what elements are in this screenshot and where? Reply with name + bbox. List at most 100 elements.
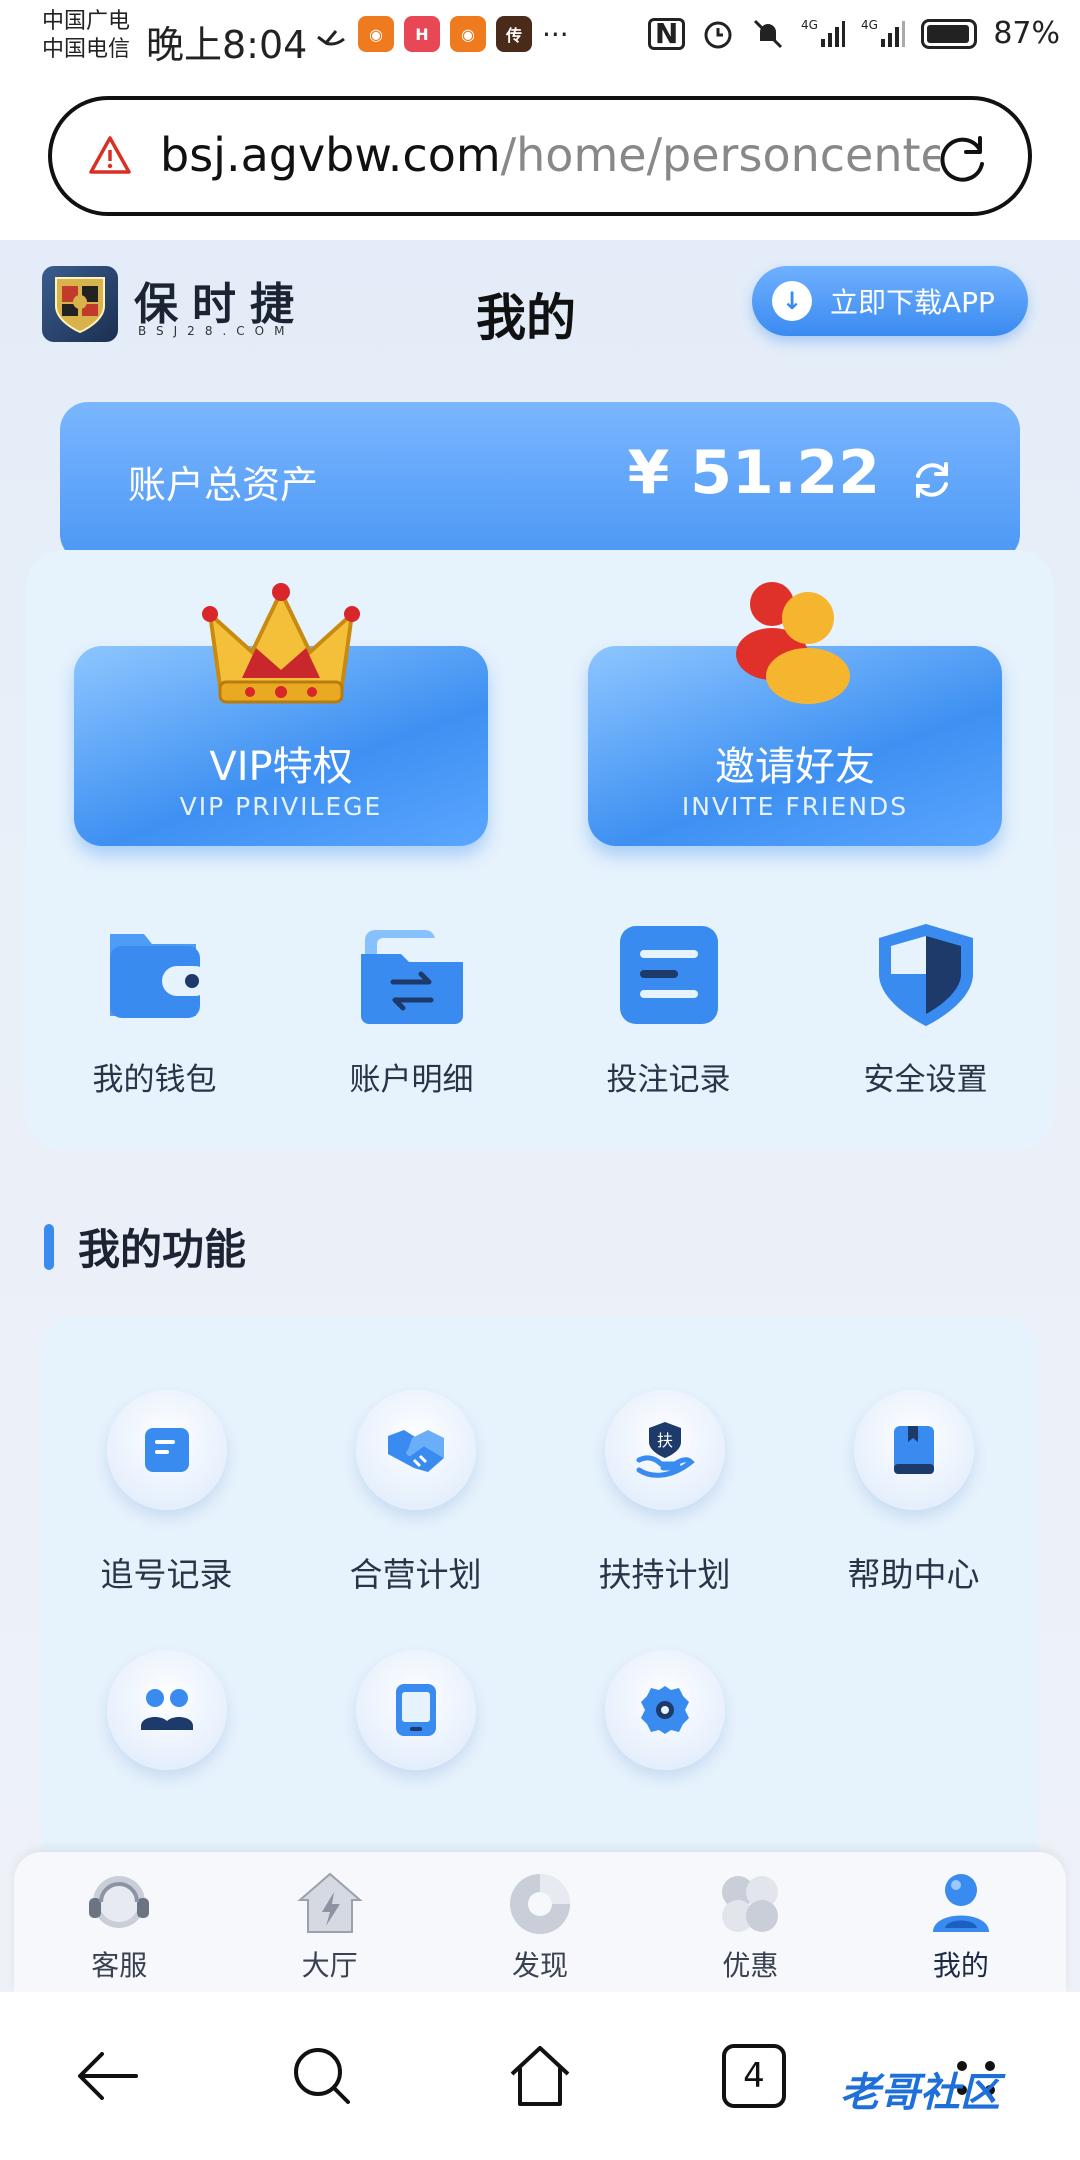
function-label: 帮助中心 <box>847 1555 980 1594</box>
user-icon <box>932 1874 989 1932</box>
quick-actions: 我的钱包 账户明细 投注记录 安全设置 <box>26 920 1054 1099</box>
signal-4g-icon: 4G <box>861 18 906 47</box>
signal-4g-icon: 4G <box>801 18 846 47</box>
page-content: 保时捷 BSJ28.COM 我的 ↓ 立即下载APP 账户总资产 ¥ 51.22 <box>0 240 1080 1990</box>
tab-customer-service[interactable]: 客服 <box>14 1852 224 1992</box>
download-icon: ↓ <box>772 281 812 321</box>
function-help-center[interactable]: 帮助中心 <box>789 1390 1038 1650</box>
function-icon-circle <box>853 1390 974 1510</box>
home-lightning-icon <box>296 1872 363 1933</box>
account-card: VIP特权 VIP PRIVILEGE 邀请好友 INVITE FRIENDS <box>26 550 1054 1150</box>
quick-action-bet-records[interactable]: 投注记录 <box>540 920 797 1099</box>
crown-icon <box>202 583 360 704</box>
section-title: 我的功能 <box>78 1225 247 1274</box>
page-header: 保时捷 BSJ28.COM 我的 ↓ 立即下载APP <box>0 240 1080 380</box>
folder-transfer-icon <box>360 930 463 1024</box>
page-title: 我的 <box>476 289 576 347</box>
section-accent-bar <box>44 1223 54 1270</box>
back-arrow-icon[interactable] <box>72 2040 144 2112</box>
download-label: 立即下载APP <box>830 286 995 319</box>
function-support-plan[interactable]: 扶 扶持计划 <box>540 1390 789 1650</box>
svg-text:4G: 4G <box>801 18 818 32</box>
brand-logo[interactable] <box>42 266 118 342</box>
function-icon-circle: 扶 <box>604 1390 725 1510</box>
function-icon-circle <box>106 1390 227 1510</box>
quick-action-label: 我的钱包 <box>92 1062 217 1098</box>
app-notify-icon: 传 <box>496 16 532 52</box>
watermark-text: 老哥社区 <box>840 2070 1000 2116</box>
function-icon-circle <box>355 1650 476 1770</box>
alarm-icon <box>704 21 732 48</box>
headset-icon <box>89 1876 150 1928</box>
quick-action-security[interactable]: 安全设置 <box>797 920 1054 1099</box>
tab-label: 客服 <box>91 1949 148 1982</box>
url-host: bsj.agvbw.com <box>160 128 501 182</box>
tabs-count-button[interactable]: 4 <box>722 2044 786 2108</box>
carrier-2: 中国电信 <box>42 37 131 62</box>
search-icon[interactable] <box>286 2040 358 2112</box>
brand-name: 保时捷 <box>134 279 308 330</box>
app-notify-icon: ◉ <box>358 16 394 52</box>
carrier-info: 中国广电 中国电信 <box>42 8 130 64</box>
mute-icon <box>754 19 783 48</box>
status-time: 晚上8:04 <box>146 23 308 67</box>
functions-grid: 追号记录 合营计划 扶 扶持计划 帮助中心 <box>42 1390 1038 1910</box>
tablet-icon <box>395 1684 436 1736</box>
system-status-icons: N 4G 4G 87% <box>647 16 1060 51</box>
tab-label: 大厅 <box>301 1949 358 1982</box>
url-path: /home/personcente <box>500 128 940 182</box>
reload-icon[interactable] <box>934 130 992 188</box>
quick-action-wallet[interactable]: 我的钱包 <box>26 920 283 1099</box>
function-label: 扶持计划 <box>598 1555 731 1594</box>
home-icon[interactable] <box>504 2040 576 2112</box>
tab-label: 我的 <box>932 1949 989 1982</box>
warning-icon[interactable] <box>88 134 132 178</box>
users-icon <box>140 1689 193 1730</box>
svg-text:4G: 4G <box>861 18 878 32</box>
refresh-icon[interactable] <box>910 458 954 502</box>
settings-gear-icon <box>640 1686 689 1734</box>
svg-text:扶: 扶 <box>656 1431 672 1450</box>
vip-subtitle: VIP PRIVILEGE <box>179 792 383 821</box>
url-text[interactable]: bsj.agvbw.com/home/personcente <box>160 128 940 182</box>
note-icon <box>144 1428 189 1472</box>
function-chase-records[interactable]: 追号记录 <box>42 1390 291 1650</box>
missed-call-icon <box>317 30 345 46</box>
crest-icon <box>55 277 105 334</box>
function-icon-circle <box>355 1390 476 1510</box>
quick-action-label: 账户明细 <box>349 1062 474 1098</box>
tab-mine[interactable]: 我的 <box>856 1852 1066 1992</box>
status-bar: 中国广电 中国电信 晚上8:04 ◉ H ◉ 传 ··· N 4G 4G 87% <box>0 0 1080 80</box>
function-label: 合营计划 <box>349 1555 482 1594</box>
battery-icon <box>921 18 978 49</box>
tab-lobby[interactable]: 大厅 <box>224 1852 434 1992</box>
book-icon <box>893 1426 934 1474</box>
total-assets-label: 账户总资产 <box>128 463 319 507</box>
function-icon-circle <box>604 1650 725 1770</box>
quick-action-label: 投注记录 <box>606 1062 731 1098</box>
address-bar[interactable]: bsj.agvbw.com/home/personcente <box>48 96 1032 216</box>
tab-label: 发现 <box>512 1949 569 1982</box>
friends-icon <box>736 582 850 704</box>
download-app-button[interactable]: ↓ 立即下载APP <box>752 266 1028 336</box>
invite-subtitle: INVITE FRIENDS <box>681 792 909 821</box>
nfc-icon: N <box>647 17 686 50</box>
tab-discover[interactable]: 发现 <box>435 1852 645 1992</box>
invite-friends-button[interactable]: 邀请好友 INVITE FRIENDS <box>588 582 1002 846</box>
carrier-1: 中国广电 <box>42 9 131 34</box>
tab-promotions[interactable]: 优惠 <box>645 1852 855 1992</box>
document-list-icon <box>619 926 718 1024</box>
more-notifications: ··· <box>542 17 569 51</box>
total-assets-card: 账户总资产 ¥ 51.22 <box>60 402 1020 562</box>
vip-title: VIP特权 <box>209 744 353 790</box>
notification-icons: ◉ H ◉ 传 ··· <box>314 16 569 52</box>
disc-icon <box>510 1874 571 1934</box>
vip-privilege-button[interactable]: VIP特权 VIP PRIVILEGE <box>74 583 488 846</box>
support-hand-icon: 扶 <box>636 1422 695 1478</box>
handshake-icon <box>387 1430 444 1472</box>
tab-label: 优惠 <box>722 1949 779 1982</box>
wallet-icon <box>109 934 210 1018</box>
quick-action-account-details[interactable]: 账户明细 <box>283 920 540 1099</box>
function-partnership-plan[interactable]: 合营计划 <box>291 1390 540 1650</box>
quick-action-label: 安全设置 <box>863 1062 988 1098</box>
